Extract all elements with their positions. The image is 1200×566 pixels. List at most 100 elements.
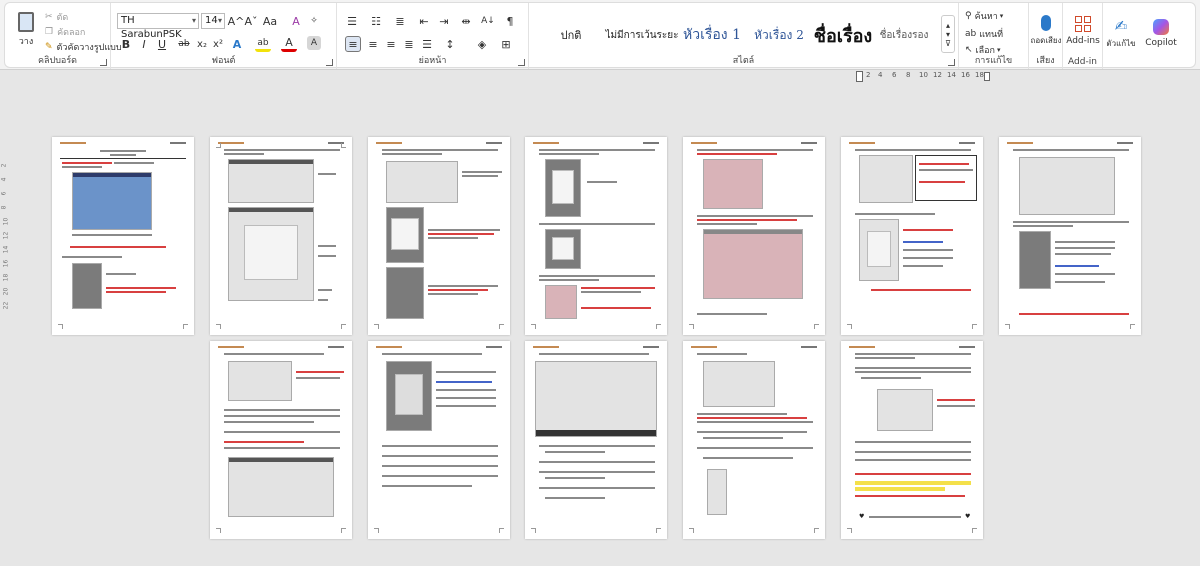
ruler-number: 12 [933, 71, 942, 79]
screenshot-image [228, 207, 314, 301]
ruler-number: 2 [866, 71, 871, 79]
font-group-label: ฟอนต์ [211, 56, 236, 66]
indent-marker-icon[interactable] [856, 71, 863, 82]
voice-group: ถอดเสียง เสียง [1029, 3, 1063, 69]
callout-box [915, 155, 977, 201]
vertical-ruler[interactable]: 2 4 6 8 10 12 14 16 18 20 22 [0, 84, 12, 566]
editor-button[interactable]: ✍ ตัวแก้ไข [1105, 9, 1137, 57]
page-header [218, 142, 344, 146]
sort-icon[interactable]: A↓ [479, 13, 497, 29]
document-page[interactable] [210, 137, 352, 335]
document-page[interactable] [210, 341, 352, 539]
borders-icon[interactable]: ⊞ [497, 36, 515, 52]
clipboard-launcher-icon[interactable] [100, 59, 107, 66]
style-title[interactable]: ชื่อเรื่อง [811, 17, 875, 53]
superscript-button[interactable]: x² [211, 36, 225, 52]
line-spacing-icon[interactable]: ↕ [441, 36, 459, 52]
strikethrough-button[interactable]: ab [177, 36, 191, 52]
style-heading-2[interactable]: หัวเรื่อง 2 [747, 17, 811, 53]
underline-button[interactable]: U [155, 36, 169, 52]
style-no-spacing[interactable]: ไม่มีการเว้นระยะ [605, 17, 679, 53]
cut-button[interactable]: ✂ ตัด [45, 11, 68, 23]
copy-button[interactable]: ❐ คัดลอก [45, 26, 85, 38]
decrease-indent-icon[interactable]: ⇤ [415, 13, 433, 29]
font-name-select[interactable]: TH SarabunPSK ▾ [117, 13, 199, 40]
screenshot-image [707, 469, 727, 515]
shading-icon[interactable]: ◈ [473, 36, 491, 52]
font-size-select[interactable]: 14 ▾ [201, 13, 225, 29]
style-heading-1[interactable]: หัวเรื่อง 1 [679, 17, 745, 53]
document-page[interactable] [525, 341, 667, 539]
style-normal[interactable]: ปกติ [539, 17, 603, 53]
replace-button[interactable]: ab แทนที่ [965, 27, 1003, 41]
page-header [60, 142, 186, 146]
document-page[interactable] [841, 137, 983, 335]
style-subtitle[interactable]: ชื่อเรื่องรอง [877, 17, 931, 53]
document-page[interactable] [999, 137, 1141, 335]
char-shading-icon[interactable]: ✧ [307, 13, 321, 29]
change-case-button[interactable]: Aa [261, 13, 279, 29]
document-page[interactable] [683, 341, 825, 539]
numbering-icon[interactable]: ☷ [367, 13, 385, 29]
voice-group-label: เสียง [1036, 56, 1055, 66]
copy-icon: ❐ [45, 27, 54, 37]
copilot-button[interactable]: Copilot [1141, 9, 1181, 57]
subscript-button[interactable]: x₂ [195, 36, 209, 52]
bullets-icon[interactable]: ☰ [343, 13, 361, 29]
grow-font-button[interactable]: A^ [228, 13, 245, 29]
char-shade-button[interactable]: A [307, 36, 321, 50]
page-header [849, 142, 975, 146]
page-header [1007, 142, 1133, 146]
horizontal-ruler[interactable]: 2 4 6 8 10 12 14 16 18 [0, 70, 1200, 84]
align-right-icon[interactable]: ≡ [383, 36, 399, 52]
vruler-number: 8 [0, 205, 8, 210]
screenshot-image [386, 207, 424, 263]
heart-icon: ♥ [859, 513, 865, 520]
clear-formatting-button[interactable]: A [289, 13, 303, 29]
vruler-number: 12 [2, 231, 10, 240]
font-launcher-icon[interactable] [326, 59, 333, 66]
document-page[interactable] [52, 137, 194, 335]
right-indent-marker-icon[interactable] [984, 72, 990, 81]
screenshot-image [72, 263, 102, 309]
dictate-button[interactable]: ถอดเสียง [1030, 9, 1062, 53]
styles-scroll-icon[interactable]: ▴ ▾ ⊽ [941, 15, 955, 53]
chevron-down-icon: ▾ [999, 12, 1004, 20]
styles-launcher-icon[interactable] [948, 59, 955, 66]
shrink-font-button[interactable]: Aˇ [244, 13, 258, 29]
highlight-button[interactable]: ab [255, 36, 271, 52]
text-effects-button[interactable]: A [229, 36, 245, 52]
align-center-icon[interactable]: ≡ [365, 36, 381, 52]
screenshot-image [228, 457, 334, 517]
addins-button[interactable]: Add-ins [1065, 9, 1101, 53]
paragraph-launcher-icon[interactable] [518, 59, 525, 66]
vruler-number: 16 [2, 259, 10, 268]
clipboard-group-label: คลิปบอร์ด [37, 56, 78, 66]
align-left-icon[interactable]: ≡ [345, 36, 361, 52]
chevron-down-icon: ▾ [191, 16, 196, 25]
font-group: TH SarabunPSK ▾ 14 ▾ A^ Aˇ Aa A ✧ B I U ab… [111, 3, 337, 69]
editor-copilot-group: ✍ ตัวแก้ไข Copilot [1103, 3, 1197, 69]
document-page[interactable] [368, 341, 510, 539]
ruler-number: 16 [961, 71, 970, 79]
thai-distribute-icon[interactable]: ⇹ [457, 13, 475, 29]
screenshot-image [703, 229, 803, 299]
chevron-down-icon: ▾ [945, 29, 950, 39]
heart-icon: ♥ [965, 513, 971, 520]
document-page[interactable] [525, 137, 667, 335]
document-page[interactable] [368, 137, 510, 335]
increase-indent-icon[interactable]: ⇥ [435, 13, 453, 29]
italic-button[interactable]: I [137, 36, 151, 52]
multilevel-list-icon[interactable]: ≣ [391, 13, 409, 29]
pilcrow-icon[interactable]: ¶ [501, 13, 519, 29]
justify-icon[interactable]: ≣ [401, 36, 417, 52]
document-page[interactable] [683, 137, 825, 335]
font-color-button[interactable]: A [281, 36, 297, 52]
bold-button[interactable]: B [119, 36, 133, 52]
microphone-icon [1041, 15, 1051, 31]
vruler-number: 10 [2, 217, 10, 226]
find-button[interactable]: ⚲ ค้นหา ▾ [965, 9, 1003, 23]
document-page[interactable]: ♥ ♥ [841, 341, 983, 539]
paste-button[interactable]: วาง [11, 9, 41, 51]
distributed-icon[interactable]: ☰ [419, 36, 435, 52]
